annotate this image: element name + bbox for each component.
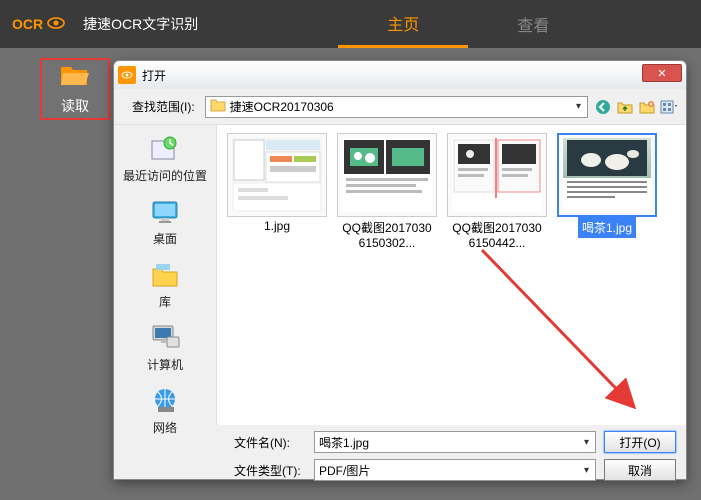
file-thumbnail bbox=[227, 133, 327, 217]
app-logo: OCR bbox=[0, 16, 77, 32]
file-item[interactable]: 喝茶1.jpg bbox=[555, 133, 659, 238]
libraries-icon bbox=[148, 259, 182, 291]
new-folder-icon[interactable] bbox=[638, 98, 656, 116]
dialog-body: 最近访问的位置 桌面 库 计算机 网络 bbox=[114, 125, 686, 425]
nav-icons bbox=[594, 98, 678, 116]
filetype-select[interactable]: PDF/图片 ▾ bbox=[314, 459, 596, 481]
file-name: QQ截图20170306150302... bbox=[335, 217, 439, 249]
file-item[interactable]: QQ截图20170306150302... bbox=[335, 133, 439, 249]
file-thumbnail bbox=[337, 133, 437, 217]
filetype-value: PDF/图片 bbox=[319, 462, 370, 479]
filename-input[interactable]: 喝茶1.jpg ▾ bbox=[314, 431, 596, 453]
eye-icon bbox=[47, 16, 65, 32]
sidebar-label: 最近访问的位置 bbox=[123, 167, 207, 184]
folder-open-icon bbox=[59, 63, 91, 90]
cancel-button[interactable]: 取消 bbox=[604, 459, 676, 481]
file-item[interactable]: QQ截图20170306150442... bbox=[445, 133, 549, 249]
sidebar-item-recent[interactable]: 最近访问的位置 bbox=[114, 129, 216, 190]
sidebar-item-network[interactable]: 网络 bbox=[114, 381, 216, 442]
read-button[interactable]: 读取 bbox=[40, 58, 110, 120]
file-item[interactable]: 1.jpg bbox=[225, 133, 329, 235]
computer-icon bbox=[148, 322, 182, 354]
file-name: 喝茶1.jpg bbox=[578, 217, 636, 238]
annotation-arrow-icon bbox=[472, 240, 652, 420]
chevron-down-icon: ▾ bbox=[582, 465, 591, 476]
view-mode-icon[interactable] bbox=[660, 98, 678, 116]
close-button[interactable]: ✕ bbox=[642, 64, 682, 82]
dialog-title: 打开 bbox=[142, 67, 166, 84]
filename-value: 喝茶1.jpg bbox=[319, 434, 369, 451]
recent-icon bbox=[148, 133, 182, 165]
open-file-dialog: 打开 ✕ 查找范围(I): 捷速OCR20170306 ▾ bbox=[113, 60, 687, 480]
dialog-toolbar: 查找范围(I): 捷速OCR20170306 ▾ bbox=[114, 89, 686, 125]
sidebar-label: 网络 bbox=[153, 419, 177, 436]
folder-icon bbox=[210, 98, 226, 115]
file-name: 1.jpg bbox=[260, 217, 294, 235]
app-title: 捷速OCR文字识别 bbox=[83, 14, 198, 34]
file-name: QQ截图20170306150442... bbox=[445, 217, 549, 249]
network-icon bbox=[148, 385, 182, 417]
file-list-pane[interactable]: 1.jpg QQ截图20170306150302... QQ截图20170306… bbox=[216, 125, 686, 425]
search-range-label: 查找范围(I): bbox=[132, 98, 195, 115]
read-label: 读取 bbox=[61, 96, 89, 116]
sidebar-label: 桌面 bbox=[153, 230, 177, 247]
chevron-down-icon: ▾ bbox=[582, 437, 591, 448]
up-folder-icon[interactable] bbox=[616, 98, 634, 116]
chevron-down-icon: ▾ bbox=[574, 101, 583, 112]
directory-combobox[interactable]: 捷速OCR20170306 ▾ bbox=[205, 96, 588, 118]
open-button[interactable]: 打开(O) bbox=[604, 431, 676, 453]
sidebar-item-libraries[interactable]: 库 bbox=[114, 255, 216, 316]
dialog-titlebar[interactable]: 打开 ✕ bbox=[114, 61, 686, 89]
ocr-logo-text: OCR bbox=[12, 16, 43, 32]
toolbar-area: 读取 打开 ✕ 查找范围(I): 捷速OCR20170306 ▾ bbox=[0, 48, 701, 500]
file-thumbnail bbox=[447, 133, 547, 217]
desktop-icon bbox=[148, 196, 182, 228]
file-thumbnail bbox=[557, 133, 657, 217]
app-header: OCR 捷速OCR文字识别 主页 查看 bbox=[0, 0, 701, 48]
close-icon: ✕ bbox=[657, 67, 666, 80]
sidebar-label: 库 bbox=[159, 293, 171, 310]
sidebar-label: 计算机 bbox=[147, 356, 183, 373]
directory-name: 捷速OCR20170306 bbox=[230, 98, 334, 115]
filetype-label: 文件类型(T): bbox=[234, 462, 306, 479]
filename-label: 文件名(N): bbox=[234, 434, 306, 451]
sidebar-item-desktop[interactable]: 桌面 bbox=[114, 192, 216, 253]
places-sidebar: 最近访问的位置 桌面 库 计算机 网络 bbox=[114, 125, 216, 425]
dialog-icon bbox=[118, 66, 136, 84]
tab-home[interactable]: 主页 bbox=[338, 0, 468, 48]
tab-view[interactable]: 查看 bbox=[468, 0, 598, 48]
back-icon[interactable] bbox=[594, 98, 612, 116]
tab-bar: 主页 查看 bbox=[338, 0, 598, 48]
sidebar-item-computer[interactable]: 计算机 bbox=[114, 318, 216, 379]
